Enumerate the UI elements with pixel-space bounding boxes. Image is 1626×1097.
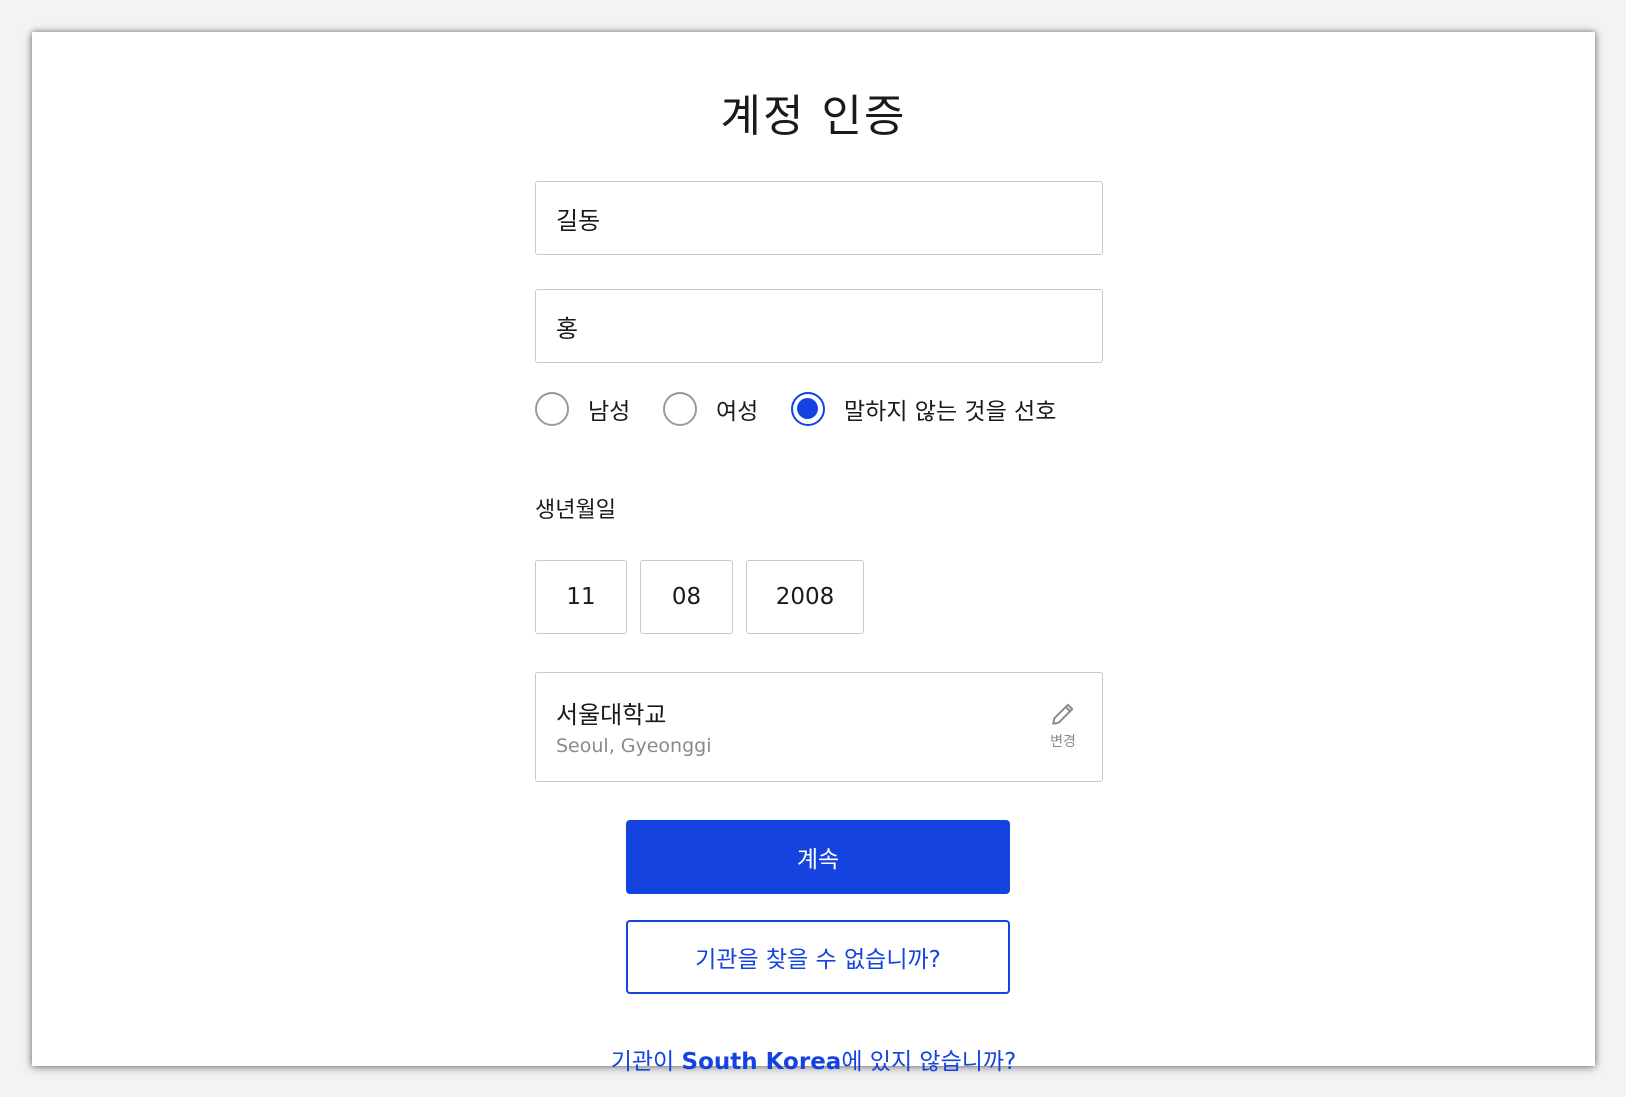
gender-option-female[interactable]: 여성 xyxy=(663,384,758,434)
cant-find-institution-button[interactable]: 기관을 찾을 수 없습니까? xyxy=(626,920,1010,994)
gender-label-prefer-not: 말하지 않는 것을 선호 xyxy=(844,399,1057,425)
first-name-field[interactable] xyxy=(535,181,1103,255)
change-institution-button[interactable]: 변경 xyxy=(1038,701,1088,751)
radio-male[interactable] xyxy=(535,392,569,426)
footer-link-prefix: 기관이 xyxy=(610,1049,682,1075)
last-name-field[interactable] xyxy=(535,289,1103,363)
dob-month-input[interactable]: 08 xyxy=(640,560,733,634)
dob-label: 생년월일 xyxy=(535,498,616,523)
footer-link-country: South Korea xyxy=(681,1049,842,1075)
change-institution-label: 변경 xyxy=(1050,734,1076,750)
gender-label-female: 여성 xyxy=(716,399,759,425)
pencil-icon xyxy=(1052,703,1074,725)
institution-location: Seoul, Gyeonggi xyxy=(556,735,712,757)
continue-button[interactable]: 계속 xyxy=(626,820,1010,894)
dob-day-input[interactable]: 11 xyxy=(535,560,627,634)
gender-option-prefer-not[interactable]: 말하지 않는 것을 선호 xyxy=(791,384,1056,434)
radio-female[interactable] xyxy=(663,392,697,426)
gender-label-male: 남성 xyxy=(588,399,631,425)
institution-not-in-country-link[interactable]: 기관이 South Korea에 있지 않습니까? xyxy=(32,1042,1595,1076)
radio-prefer-not[interactable] xyxy=(791,392,825,426)
institution-name: 서울대학교 xyxy=(556,701,667,729)
last-name-input[interactable] xyxy=(536,290,1102,362)
gender-radio-group: 남성 여성 말하지 않는 것을 선호 xyxy=(535,384,1135,434)
footer-link-suffix: 에 있지 않습니까? xyxy=(841,1049,1017,1075)
page-title: 계정 인증 xyxy=(720,91,907,142)
institution-card: 서울대학교 Seoul, Gyeonggi 변경 xyxy=(535,672,1103,782)
gender-option-male[interactable]: 남성 xyxy=(535,384,630,434)
first-name-input[interactable] xyxy=(536,182,1102,254)
verification-card: 계정 인증 남성 여성 말하지 않는 것을 선호 생년월일 11 08 2008… xyxy=(32,32,1595,1075)
dob-year-input[interactable]: 2008 xyxy=(746,560,864,634)
